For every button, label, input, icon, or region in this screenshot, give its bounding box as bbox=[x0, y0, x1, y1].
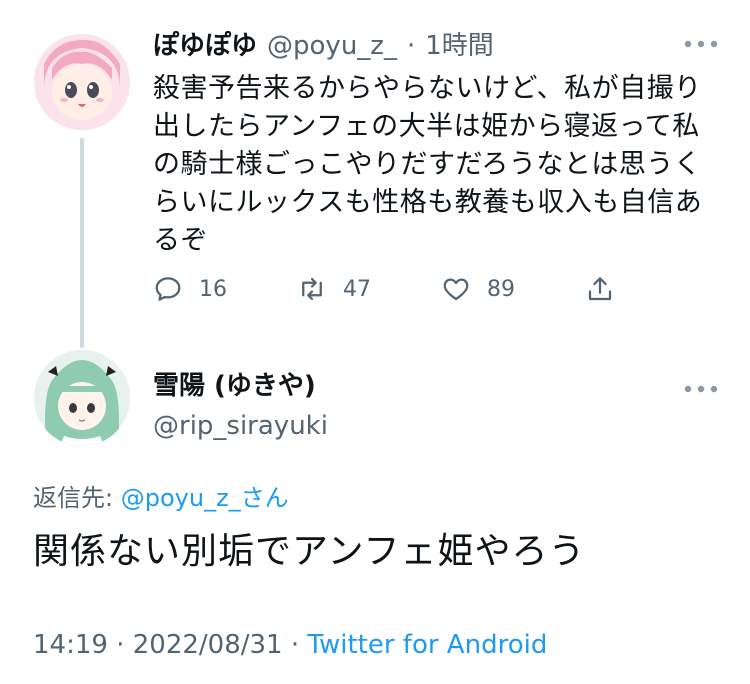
reply-icon bbox=[155, 277, 181, 301]
retweet-icon bbox=[302, 277, 322, 301]
user-handle[interactable]: @poyu_z_ bbox=[267, 30, 397, 62]
retweet-count: 47 bbox=[343, 276, 371, 302]
tweet-text: 関係ない別垢でアンフェ姫やろう bbox=[33, 531, 586, 572]
tweet-metadata: 14:19 · 2022/08/31 · Twitter for Android bbox=[33, 630, 547, 660]
tweet-date[interactable]: 2022/08/31 bbox=[133, 630, 283, 660]
thread-connector-line bbox=[80, 138, 84, 348]
separator-dot: · bbox=[406, 31, 416, 61]
like-count: 89 bbox=[487, 276, 515, 302]
user-handle[interactable]: @rip_sirayuki bbox=[153, 410, 328, 442]
tweet-header: ぽゆぽゆ @poyu_z_ · 1時間 bbox=[153, 30, 494, 62]
replying-to-label: 返信先: bbox=[33, 484, 114, 512]
share-button[interactable] bbox=[585, 274, 729, 304]
replying-to: 返信先: @poyu_z_さん bbox=[33, 478, 289, 513]
heart-icon bbox=[443, 278, 469, 301]
avatar-poyu[interactable] bbox=[34, 34, 130, 130]
reply-count: 16 bbox=[199, 276, 227, 302]
avatar-rip-sirayuki[interactable] bbox=[34, 350, 130, 446]
more-options-button[interactable] bbox=[684, 375, 718, 400]
reply-button[interactable]: 16 bbox=[153, 274, 297, 304]
display-name[interactable]: 雪陽 (ゆきや) bbox=[153, 370, 316, 402]
avatar-image bbox=[34, 34, 130, 130]
share-icon bbox=[588, 277, 612, 301]
client-link[interactable]: Twitter for Android bbox=[307, 630, 547, 660]
tweet-text: 殺害予告来るからやらないけど、私が自撮り出したらアンフェの大半は姫から寝返って私… bbox=[153, 73, 703, 256]
ellipsis-icon bbox=[684, 385, 718, 393]
avatar-image bbox=[34, 350, 130, 446]
separator-dot: · bbox=[290, 630, 300, 660]
tweet-time[interactable]: 14:19 bbox=[33, 630, 108, 660]
replying-to-mention-link[interactable]: @poyu_z_さん bbox=[121, 484, 289, 512]
tweet-time[interactable]: 1時間 bbox=[425, 30, 494, 62]
display-name[interactable]: ぽゆぽゆ bbox=[153, 30, 257, 62]
like-button[interactable]: 89 bbox=[441, 274, 585, 304]
more-options-button[interactable] bbox=[684, 30, 718, 55]
separator-dot: · bbox=[116, 630, 125, 660]
ellipsis-icon bbox=[684, 40, 718, 48]
retweet-button[interactable]: 47 bbox=[297, 274, 441, 304]
tweet-actions: 16 47 89 bbox=[153, 274, 729, 304]
